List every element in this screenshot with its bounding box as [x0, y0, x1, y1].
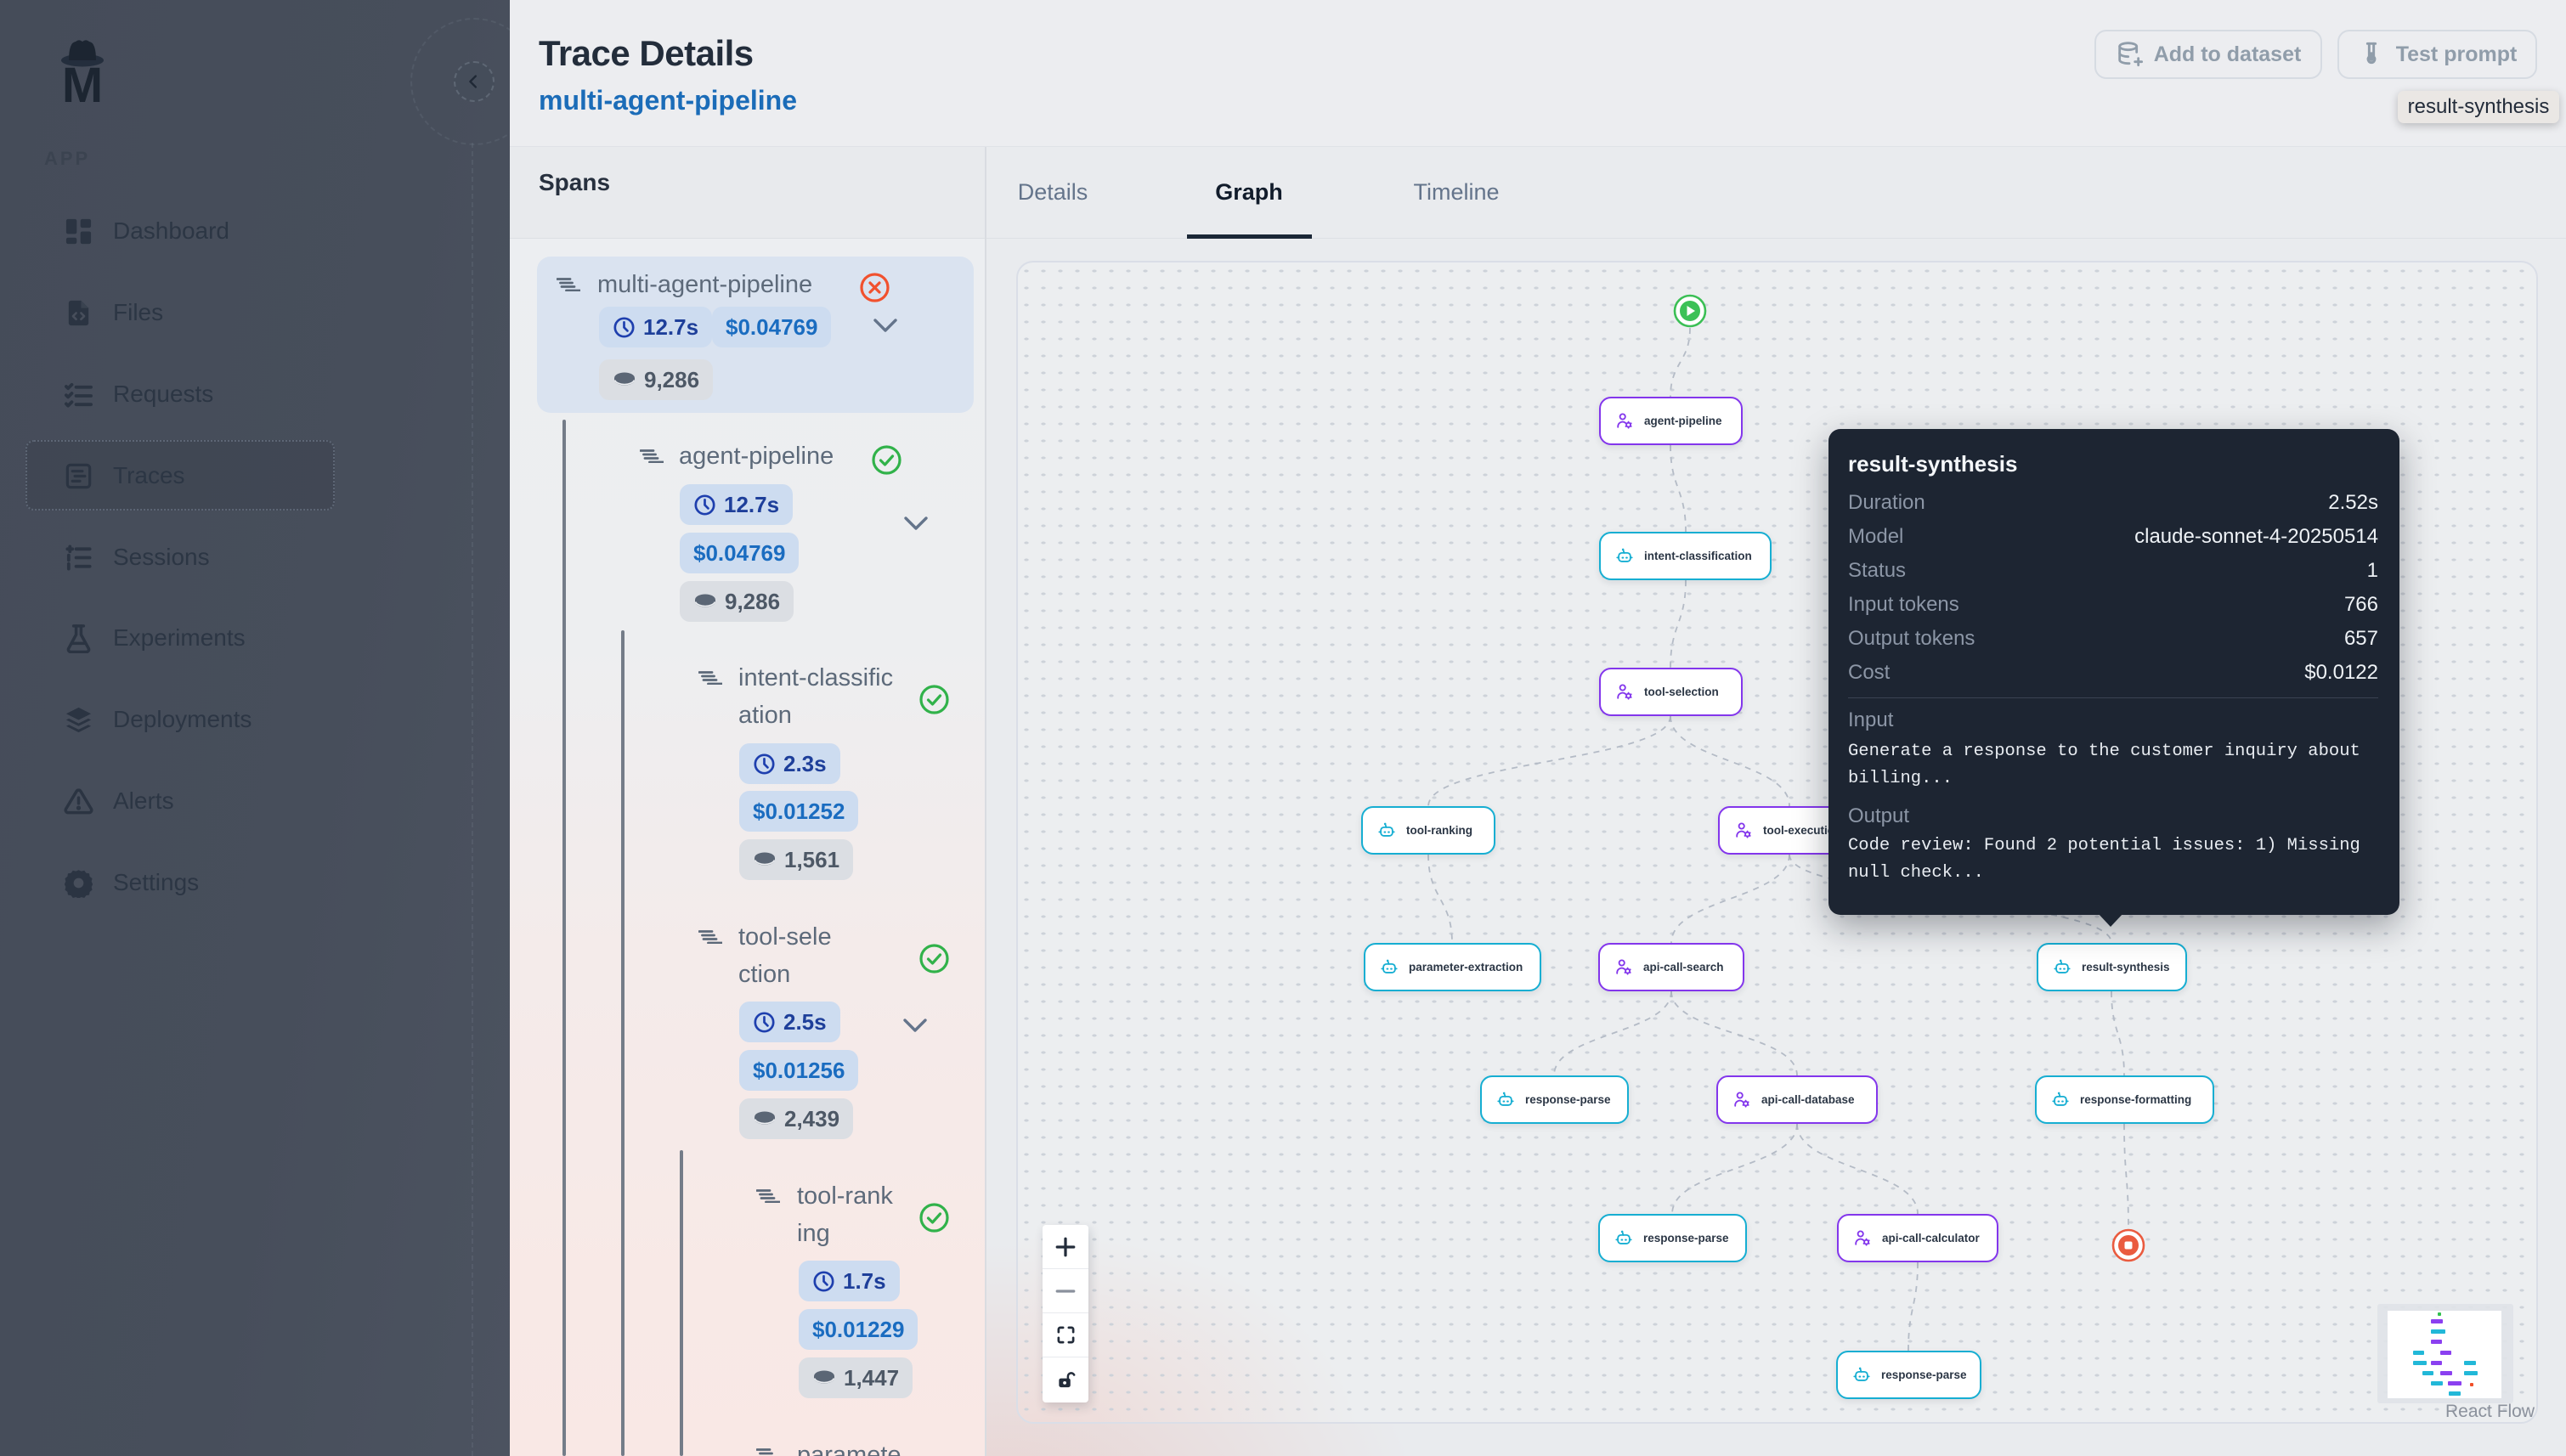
- svg-text:M: M: [62, 58, 103, 104]
